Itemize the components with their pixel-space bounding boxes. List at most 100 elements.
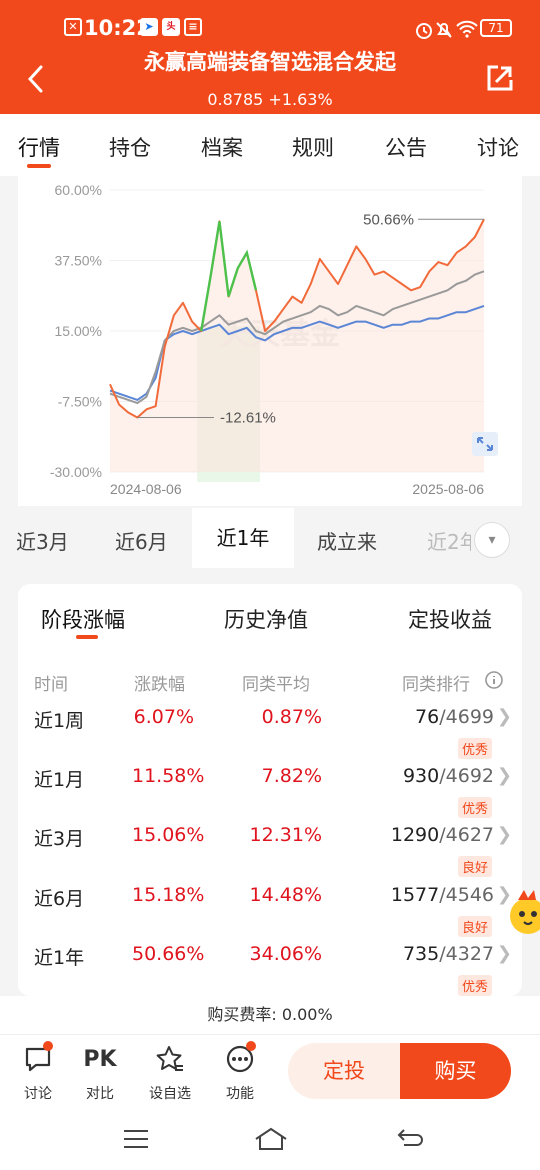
row-period: 近6月 — [34, 888, 85, 910]
bottom-action-bar: 讨论 PK 对比 设自选 功能 定投 购买 — [0, 1034, 540, 1108]
perf-tab-underline — [76, 635, 98, 639]
status-bar: ✕ 10:22 ➤ 头 ≡ 71 — [0, 14, 540, 46]
tab-sip-return[interactable]: 定投收益 — [408, 604, 492, 634]
buy-button[interactable]: 购买 — [400, 1043, 511, 1099]
tab-profile[interactable]: 档案 — [201, 132, 243, 162]
rank-total: /4692 — [439, 765, 494, 787]
header-similar-rank: 同类排行 — [402, 675, 470, 695]
rank-value: 1577 — [390, 884, 440, 906]
row-change: 50.66% — [132, 943, 205, 965]
header-period: 时间 — [34, 675, 68, 695]
mascot-assistant-icon[interactable] — [504, 884, 540, 940]
rank-badge: 良好 — [457, 856, 492, 877]
rank-badge: 良好 — [457, 916, 492, 937]
period-3m[interactable]: 近3月 — [16, 526, 69, 555]
fullscreen-icon[interactable] — [472, 432, 498, 456]
rank-badge: 优秀 — [457, 797, 492, 818]
row-rank: 735/4327 — [403, 943, 494, 965]
tab-holdings[interactable]: 持仓 — [109, 132, 151, 162]
notification-icon: ✕ — [64, 18, 82, 36]
rank-value: 930 — [402, 765, 440, 787]
min-label: -12.61% — [220, 409, 276, 426]
x-start-label: 2024-08-06 — [110, 481, 182, 497]
header-similar-avg: 同类平均 — [242, 675, 310, 695]
purchase-fee: 购买费率: 0.00% — [0, 996, 540, 1034]
period-since-inception[interactable]: 成立来 — [317, 526, 377, 555]
function-label: 功能 — [226, 1086, 254, 1102]
performance-card: 阶段涨幅 历史净值 定投收益 时间 涨跌幅 同类平均 同类排行 近1周 6.07… — [18, 584, 522, 996]
rank-value: 76 — [415, 706, 440, 728]
function-dot — [246, 1041, 256, 1051]
tab-rules[interactable]: 规则 — [292, 132, 334, 162]
app-notify-icon: ➤ — [140, 18, 158, 36]
y-tick-label: 15.00% — [55, 323, 102, 339]
row-change: 15.18% — [132, 884, 205, 906]
max-label: 50.66% — [363, 211, 414, 228]
period-2y[interactable]: 近2年 — [427, 526, 471, 555]
watchlist-button[interactable] — [140, 1045, 200, 1077]
more-periods-button[interactable]: ▾ — [474, 522, 510, 558]
rank-total: /4627 — [439, 824, 494, 846]
row-period: 近1年 — [34, 947, 85, 969]
nav-change: 0.8785 +1.63% — [207, 90, 333, 109]
y-tick-label: 60.00% — [55, 182, 102, 198]
period-1y[interactable]: 近1年 — [192, 508, 294, 568]
table-row[interactable]: 近1月 11.58% 7.82% 930/4692 ❯ 优秀 — [18, 765, 522, 825]
row-change: 6.07% — [133, 706, 194, 728]
row-change: 11.58% — [132, 765, 205, 787]
row-avg: 12.31% — [249, 824, 322, 846]
y-tick-label: 37.50% — [55, 253, 102, 269]
rank-total: /4327 — [439, 943, 494, 965]
rank-total: /4699 — [439, 706, 494, 728]
alarm-icon — [416, 23, 432, 39]
system-nav-bar — [0, 1108, 540, 1170]
table-row[interactable]: 近1年 50.66% 34.06% 735/4327 ❯ 优秀 — [18, 943, 522, 996]
period-6m[interactable]: 近6月 — [115, 526, 168, 555]
row-avg: 14.48% — [249, 884, 322, 906]
menu-icon[interactable] — [122, 1128, 150, 1150]
info-icon[interactable] — [484, 670, 504, 690]
table-row[interactable]: 近3月 15.06% 12.31% 1290/4627 ❯ 良好 — [18, 824, 522, 884]
rank-badge: 优秀 — [457, 975, 492, 996]
mute-icon — [436, 22, 452, 38]
chevron-right-icon: ❯ — [496, 706, 512, 727]
discuss-button[interactable] — [8, 1045, 68, 1077]
function-button[interactable] — [210, 1045, 270, 1077]
app-header: ✕ 10:22 ➤ 头 ≡ 71 永赢高端装备智选混合发起 0.8785 +1.… — [0, 0, 540, 114]
discuss-dot — [43, 1041, 53, 1051]
chevron-right-icon: ❯ — [496, 824, 512, 845]
home-icon[interactable] — [254, 1126, 288, 1152]
tab-announcements[interactable]: 公告 — [385, 132, 427, 162]
star-add-icon — [156, 1046, 183, 1071]
share-icon[interactable] — [486, 64, 514, 92]
table-row[interactable]: 近6月 15.18% 14.48% 1577/4546 ❯ 良好 — [18, 884, 522, 944]
tab-history-nav[interactable]: 历史净值 — [224, 604, 308, 634]
compare-button[interactable]: PK — [70, 1047, 130, 1072]
rank-value: 735 — [402, 943, 440, 965]
sip-button[interactable]: 定投 — [288, 1043, 400, 1099]
chevron-down-icon: ▾ — [488, 532, 496, 548]
rank-badge: 优秀 — [457, 738, 492, 759]
row-avg: 7.82% — [261, 765, 322, 787]
row-period: 近3月 — [34, 828, 85, 850]
y-tick-label: -30.00% — [50, 464, 102, 480]
tab-underline — [27, 164, 51, 168]
calendar-icon: ≡ — [184, 18, 202, 36]
row-period: 近1周 — [34, 710, 85, 732]
row-avg: 34.06% — [249, 943, 322, 965]
discuss-label: 讨论 — [24, 1086, 52, 1102]
row-avg: 0.87% — [261, 706, 322, 728]
performance-chart[interactable]: 60.00%37.50%15.00%-7.50%-30.00%天天基金50.66… — [18, 176, 522, 506]
back-nav-icon[interactable] — [396, 1126, 426, 1152]
tab-stage-return[interactable]: 阶段涨幅 — [41, 604, 125, 634]
watchlist-label: 设自选 — [149, 1086, 191, 1102]
period-selector: 近3月 近6月 近1年 成立来 近2年 — [0, 508, 540, 568]
header-change: 涨跌幅 — [134, 675, 185, 695]
compare-label: 对比 — [86, 1086, 114, 1102]
table-row[interactable]: 近1周 6.07% 0.87% 76/4699 ❯ 优秀 — [18, 706, 522, 766]
tab-discussion[interactable]: 讨论 — [477, 132, 519, 162]
row-rank: 930/4692 — [403, 765, 494, 787]
rank-total: /4546 — [439, 884, 494, 906]
tab-market[interactable]: 行情 — [18, 132, 60, 162]
chevron-right-icon: ❯ — [496, 943, 512, 964]
